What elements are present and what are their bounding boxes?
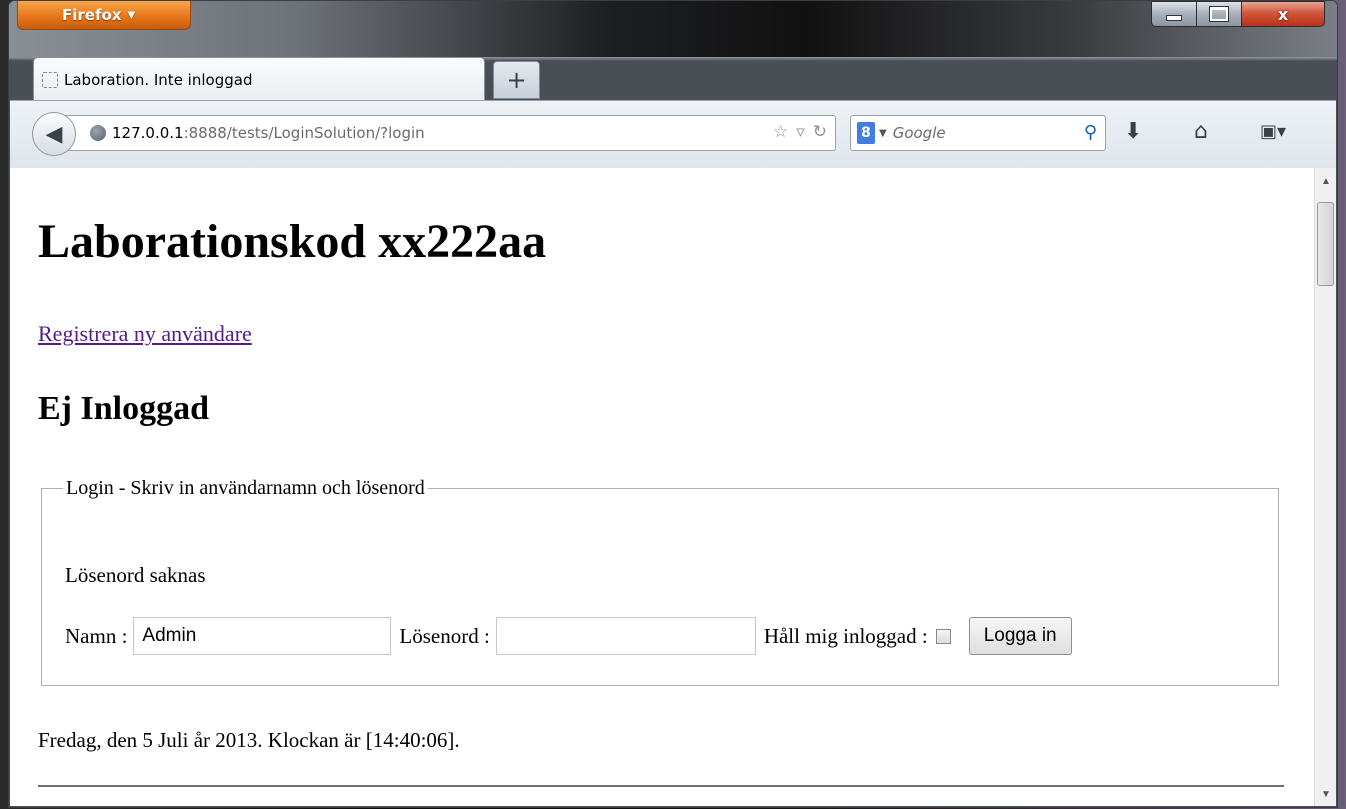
tab-laboration[interactable]: Laboration. Inte inloggad xyxy=(33,57,485,102)
firefox-menu-label: Firefox xyxy=(62,6,122,24)
password-input[interactable] xyxy=(495,617,756,655)
keep-logged-in-checkbox[interactable] xyxy=(935,628,951,644)
username-input[interactable]: Admin xyxy=(133,617,392,655)
minimize-button[interactable] xyxy=(1151,1,1197,27)
back-arrow-icon: ◀ xyxy=(45,121,63,147)
scroll-thumb[interactable] xyxy=(1317,202,1334,286)
register-link[interactable]: Registrera ny användare xyxy=(38,321,252,347)
new-tab-button[interactable]: + xyxy=(493,61,540,99)
search-bar[interactable]: 8 ▼ Google ⚲ xyxy=(850,115,1106,151)
chevron-down-icon: ▼ xyxy=(127,9,136,21)
search-placeholder: Google xyxy=(892,124,946,142)
scroll-up-icon[interactable]: ▲ xyxy=(1321,176,1331,187)
bookmarks-menu-icon[interactable]: ▣▾ xyxy=(1260,121,1286,142)
close-icon: x xyxy=(1277,4,1289,24)
url-bar[interactable]: 127.0.0.1:8888/tests/LoginSolution/?logi… xyxy=(62,115,836,151)
reload-icon[interactable]: ↻ xyxy=(813,122,827,142)
plus-icon: + xyxy=(506,66,527,94)
vertical-scrollbar[interactable]: ▲ ▼ xyxy=(1314,168,1336,806)
scroll-down-icon[interactable]: ▼ xyxy=(1321,789,1331,800)
google-engine-icon[interactable]: 8 xyxy=(857,122,875,144)
password-label: Lösenord : xyxy=(399,623,490,648)
horizontal-rule xyxy=(38,785,1284,787)
title-bar[interactable] xyxy=(9,1,1337,57)
login-form-row: Namn : Admin Lösenord : Håll mig inlogga… xyxy=(65,617,1072,655)
maximize-button[interactable] xyxy=(1196,1,1242,27)
login-legend: Login - Skriv in användarnamn och löseno… xyxy=(63,477,428,500)
login-button[interactable]: Logga in xyxy=(968,617,1072,655)
engine-dropdown-icon[interactable]: ▼ xyxy=(879,128,887,139)
history-dropdown-icon[interactable]: ▿ xyxy=(796,122,805,142)
page-favicon-icon xyxy=(42,72,58,88)
page-viewport: Laborationskod xx222aa Registrera ny anv… xyxy=(10,168,1336,806)
firefox-menu-button[interactable]: Firefox ▼ xyxy=(17,1,191,30)
home-icon[interactable]: ⌂ xyxy=(1194,119,1208,144)
globe-icon xyxy=(90,125,106,141)
bookmark-star-icon[interactable]: ☆ xyxy=(773,122,788,142)
navigation-toolbar: 127.0.0.1:8888/tests/LoginSolution/?logi… xyxy=(10,100,1336,168)
minimize-icon xyxy=(1166,15,1182,21)
error-message: Lösenord saknas xyxy=(65,563,206,587)
close-button[interactable]: x xyxy=(1241,1,1325,27)
date-time-line: Fredag, den 5 Juli år 2013. Klockan är [… xyxy=(38,728,460,752)
keep-logged-in-label: Håll mig inloggad : xyxy=(763,623,928,648)
tab-title: Laboration. Inte inloggad xyxy=(64,71,253,89)
maximize-icon xyxy=(1209,6,1229,22)
download-icon[interactable]: ⬇ xyxy=(1124,119,1142,144)
name-label: Namn : xyxy=(65,623,128,648)
back-button[interactable]: ◀ xyxy=(32,112,76,156)
page-title: Laborationskod xx222aa xyxy=(38,215,547,268)
search-icon[interactable]: ⚲ xyxy=(1084,122,1097,143)
url-host: 127.0.0.1 xyxy=(112,124,184,142)
url-path: :8888/tests/LoginSolution/?login xyxy=(183,124,425,142)
login-fieldset: Login - Skriv in användarnamn och löseno… xyxy=(41,477,1279,686)
login-status-heading: Ej Inloggad xyxy=(38,390,209,427)
